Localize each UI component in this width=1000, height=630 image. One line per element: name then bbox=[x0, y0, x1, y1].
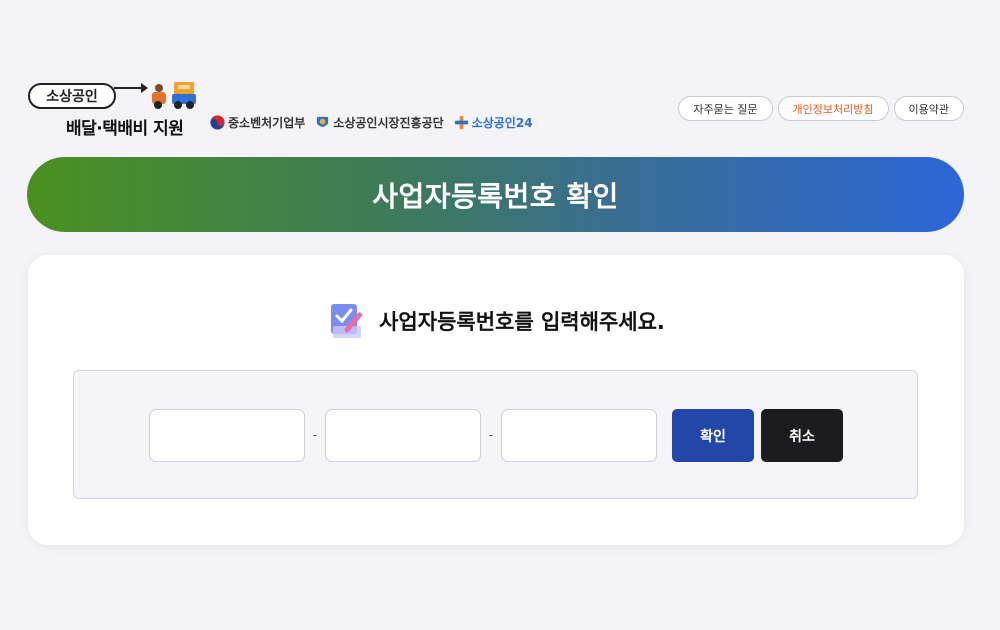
partner-sbiz24: 소상공인24 bbox=[454, 114, 533, 131]
plus-icon bbox=[454, 115, 468, 130]
semas-icon bbox=[317, 116, 329, 127]
input-row: - - 확인 취소 bbox=[149, 409, 843, 462]
faq-link[interactable]: 자주묻는 질문 bbox=[678, 96, 773, 121]
page: 소상공인 배달·택배비 지원 중소벤처기업부 소상공인시장진흥공단 소상공인24… bbox=[0, 0, 1000, 630]
partner-mss: 중소벤처기업부 bbox=[210, 114, 305, 131]
business-number-part2-input[interactable] bbox=[325, 409, 481, 462]
cancel-button[interactable]: 취소 bbox=[761, 409, 843, 462]
partner-name: 중소벤처기업부 bbox=[228, 116, 306, 130]
taegeuk-icon bbox=[210, 115, 225, 130]
partner-name: 소상공인시장진흥공단 bbox=[333, 116, 444, 130]
logo-arrow bbox=[114, 83, 148, 93]
delivery-truck-icon bbox=[152, 82, 196, 109]
top-nav: 자주묻는 질문 개인정보처리방침 이용약관 bbox=[678, 96, 964, 121]
partner-semas: 소상공인시장진흥공단 bbox=[315, 114, 444, 131]
service-logo[interactable]: 소상공인 배달·택배비 지원 bbox=[28, 78, 200, 139]
separator: - bbox=[312, 428, 318, 443]
form-prompt: 사업자등록번호를 입력해주세요. bbox=[28, 300, 964, 342]
confirm-button[interactable]: 확인 bbox=[672, 409, 754, 462]
privacy-policy-link[interactable]: 개인정보처리방침 bbox=[777, 96, 889, 121]
prompt-text: 사업자등록번호를 입력해주세요. bbox=[379, 310, 665, 334]
page-banner: 사업자등록번호 확인 bbox=[27, 157, 964, 232]
terms-link[interactable]: 이용약관 bbox=[893, 96, 964, 121]
business-number-part3-input[interactable] bbox=[501, 409, 657, 462]
document-pencil-icon bbox=[331, 304, 363, 338]
business-number-form: - - 확인 취소 bbox=[73, 370, 918, 499]
separator: - bbox=[488, 428, 494, 443]
business-number-part1-input[interactable] bbox=[149, 409, 305, 462]
partner-logos: 중소벤처기업부 소상공인시장진흥공단 소상공인24 bbox=[210, 114, 533, 131]
logo-subtitle: 배달·택배비 지원 bbox=[66, 119, 184, 139]
logo-title: 소상공인 bbox=[28, 83, 116, 109]
partner-name: 소상공인24 bbox=[471, 116, 533, 130]
page-title: 사업자등록번호 확인 bbox=[372, 179, 619, 213]
verification-card: 사업자등록번호를 입력해주세요. - - 확인 취소 bbox=[28, 255, 964, 545]
